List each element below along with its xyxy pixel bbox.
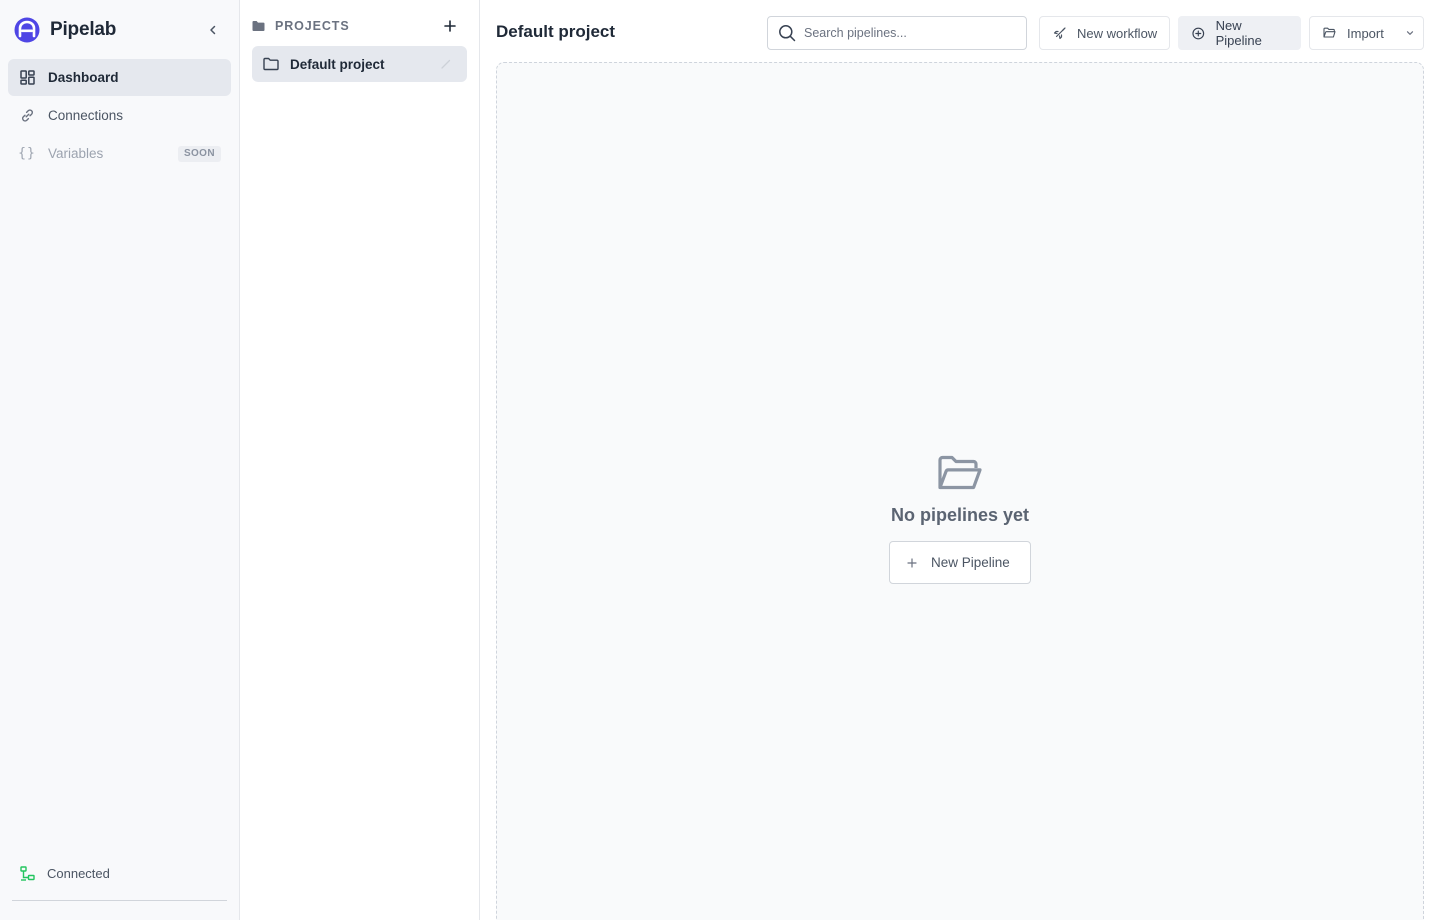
sidebar: Pipelab Dashboard Connections {} Variabl… [0,0,240,920]
sidebar-item-connections[interactable]: Connections [8,97,231,134]
search-input[interactable] [804,26,1014,40]
chevron-down-icon [1405,28,1415,38]
new-workflow-label: New workflow [1077,25,1158,41]
page-title: Default project [496,22,616,41]
empty-state-title: No pipelines yet [890,505,1030,525]
new-workflow-button[interactable]: New workflow [1039,16,1170,50]
plus-icon [907,557,917,568]
soon-badge: SOON [177,146,221,162]
search-box [767,16,1027,50]
new-pipeline-button[interactable]: New Pipeline [1178,16,1301,50]
projects-panel: PROJECTS Default project [240,0,480,920]
collapse-sidebar-button[interactable] [203,20,223,40]
sidebar-item-dashboard[interactable]: Dashboard [8,59,231,96]
status-label: Connected [47,866,110,881]
projects-title: PROJECTS [275,19,350,33]
folder-open-icon [938,455,982,490]
link-icon [19,108,35,124]
search-icon [779,25,796,42]
edit-project-button[interactable] [439,57,453,71]
plus-circle-icon [1192,27,1205,39]
folder-outline-icon [263,57,279,71]
import-label: Import [1347,25,1384,41]
dashboard-icon [19,70,35,86]
empty-new-pipeline-label: New Pipeline [931,555,1010,570]
network-icon [20,866,35,881]
sidebar-item-variables[interactable]: {} Variables SOON [8,135,231,172]
project-label: Default project [290,56,385,72]
sidebar-item-label: Connections [48,108,124,123]
chevron-left-icon [210,25,216,35]
brand: Pipelab [14,16,116,44]
pipelab-logo-icon [14,17,40,43]
plus-icon [444,20,456,32]
sidebar-nav: Dashboard Connections {} Variables SOON [8,59,231,173]
folder-icon [252,21,265,31]
braces-icon: {} [18,146,36,161]
empty-state: No pipelines yet New Pipeline [497,455,1423,584]
project-item[interactable]: Default project [252,46,467,82]
sidebar-item-label: Dashboard [48,70,119,85]
pipelines-area: No pipelines yet New Pipeline [496,62,1424,920]
new-pipeline-label: New Pipeline [1215,18,1262,48]
pencil-icon [441,59,451,69]
sidebar-item-label: Variables [48,146,104,161]
main-content: Default project New workflow New Pipelin… [480,0,1440,920]
app-name: Pipelab [50,19,117,40]
rocket-icon [1053,26,1066,39]
folder-open-icon [1323,27,1336,38]
connection-status: Connected [12,860,227,901]
add-project-button[interactable] [440,16,460,36]
projects-header: PROJECTS [252,16,468,36]
empty-new-pipeline-button[interactable]: New Pipeline [889,541,1031,584]
import-dropdown-button[interactable]: Import [1309,16,1424,50]
